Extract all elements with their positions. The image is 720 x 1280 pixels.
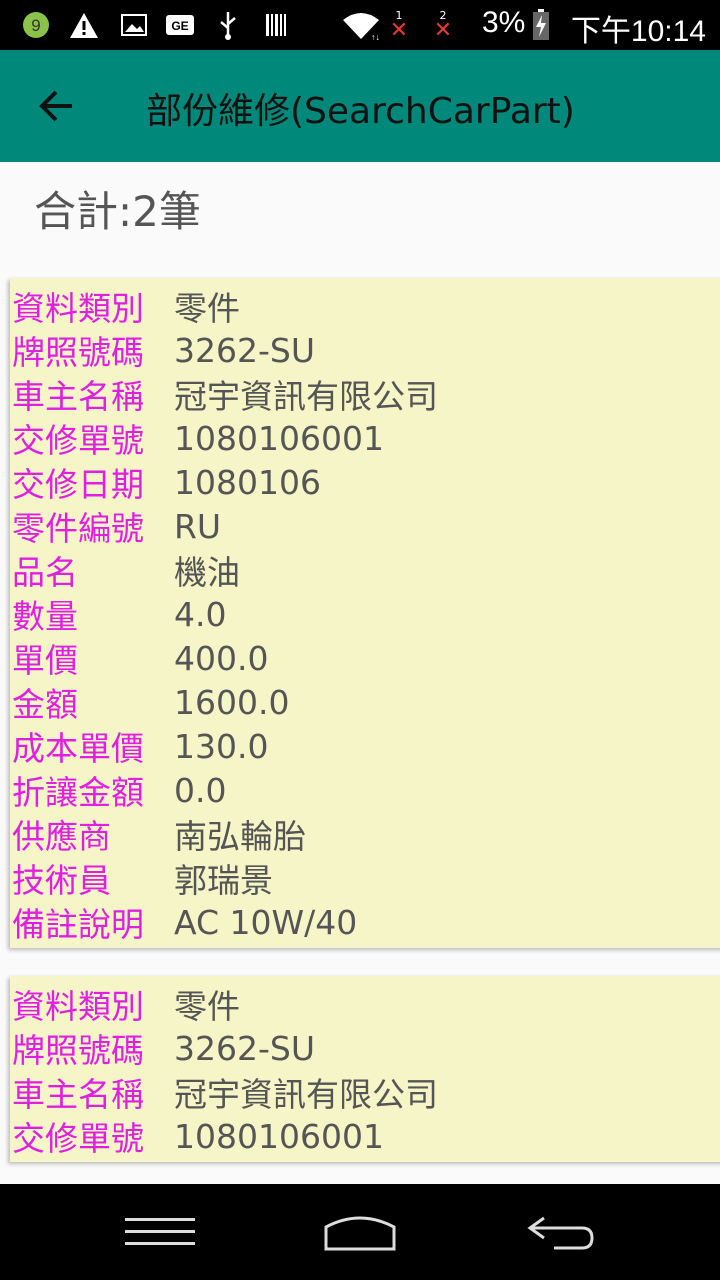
- field-label: 供應商: [12, 817, 111, 856]
- field-value: 郭瑞景: [174, 861, 273, 900]
- status-bar: 9 GE ↑↓ 1 ✕ 2 ✕ 3% 下午10:14: [0, 0, 720, 50]
- field-row: 車主名稱 冠宇資訊有限公司: [12, 372, 720, 416]
- notification-badge-icon: 9: [20, 10, 52, 40]
- field-label: 單價: [12, 641, 78, 680]
- results-list[interactable]: 合計:2筆 資料類別 零件 牌照號碼 3262-SU 車主名稱 冠宇資訊有限公司 交修…: [0, 162, 720, 1184]
- field-value: 1080106001: [174, 418, 384, 458]
- app-bar: 部份維修(SearchCarPart): [0, 50, 720, 162]
- home-icon: [324, 1216, 396, 1251]
- field-value: 1600.0: [174, 682, 290, 722]
- field-row: 交修日期 1080106: [12, 460, 720, 505]
- field-label: 車主名稱: [12, 1075, 144, 1114]
- field-row: 備註說明 AC 10W/40: [12, 900, 720, 945]
- field-label: 品名: [12, 553, 78, 592]
- field-value: 400.0: [174, 638, 269, 678]
- warning-icon: [68, 10, 100, 40]
- field-label: 技術員: [12, 861, 111, 900]
- field-label: 牌照號碼: [12, 333, 144, 372]
- field-row: 金額 1600.0: [12, 680, 720, 725]
- field-label: 車主名稱: [12, 377, 144, 416]
- field-label: 零件編號: [12, 509, 144, 548]
- barcode-icon: [262, 10, 290, 40]
- field-row: 資料類別 零件: [12, 284, 720, 328]
- sim2-no-signal-icon: 2 ✕: [433, 8, 453, 43]
- field-row: 交修單號 1080106001: [12, 416, 720, 461]
- field-row: 零件編號 RU: [12, 504, 720, 549]
- field-label: 數量: [12, 597, 78, 636]
- field-label: 牌照號碼: [12, 1031, 144, 1070]
- field-row: 牌照號碼 3262-SU: [12, 328, 720, 373]
- field-row: 品名 機油: [12, 548, 720, 592]
- field-row: 車主名稱 冠宇資訊有限公司: [12, 1070, 720, 1114]
- battery-percent: 3%: [482, 6, 526, 39]
- field-value: 1080106001: [174, 1116, 384, 1156]
- field-value: 3262-SU: [174, 1028, 315, 1068]
- field-row: 牌照號碼 3262-SU: [12, 1026, 720, 1071]
- field-label: 交修單號: [12, 1119, 144, 1158]
- sim1-no-signal-icon: 1 ✕: [389, 8, 409, 43]
- field-label: 資料類別: [12, 289, 144, 328]
- clock: 下午10:14: [570, 15, 706, 48]
- field-row: 單價 400.0: [12, 636, 720, 681]
- field-row: 交修單號 1080106001: [12, 1114, 720, 1159]
- menu-button[interactable]: [110, 1202, 210, 1262]
- field-value: 零件: [174, 289, 240, 328]
- svg-text:↑↓: ↑↓: [371, 32, 380, 40]
- field-row: 資料類別 零件: [12, 982, 720, 1026]
- usb-icon: [214, 10, 242, 40]
- field-label: 金額: [12, 685, 78, 724]
- battery-charging-icon: [530, 9, 552, 40]
- field-value: 冠宇資訊有限公司: [174, 1075, 438, 1114]
- record-card[interactable]: 資料類別 零件 牌照號碼 3262-SU 車主名稱 冠宇資訊有限公司 交修單號 1080…: [10, 278, 720, 948]
- navigation-bar: [0, 1184, 720, 1280]
- field-value: AC 10W/40: [174, 902, 358, 942]
- back-button[interactable]: [26, 76, 86, 136]
- field-value: 0.0: [174, 770, 227, 810]
- total-count: 合計:2筆: [34, 187, 201, 236]
- field-value: 南弘輪胎: [174, 817, 306, 856]
- svg-text:9: 9: [31, 16, 40, 35]
- record-card[interactable]: 資料類別 零件 牌照號碼 3262-SU 車主名稱 冠宇資訊有限公司 交修單號 1080…: [10, 976, 720, 1162]
- field-value: 機油: [174, 553, 240, 592]
- ge-icon: GE: [164, 10, 196, 40]
- field-value: 零件: [174, 987, 240, 1026]
- home-button[interactable]: [310, 1202, 410, 1262]
- image-icon: [118, 10, 150, 40]
- field-value: RU: [174, 506, 222, 546]
- wifi-icon: ↑↓: [340, 10, 382, 40]
- field-label: 交修單號: [12, 421, 144, 460]
- field-row: 供應商 南弘輪胎: [12, 812, 720, 856]
- arrow-back-icon: [39, 90, 72, 122]
- field-label: 成本單價: [12, 729, 144, 768]
- field-label: 資料類別: [12, 987, 144, 1026]
- field-row: 技術員 郭瑞景: [12, 856, 720, 900]
- field-value: 130.0: [174, 726, 269, 766]
- field-value: 1080106: [174, 462, 321, 502]
- field-row: 成本單價 130.0: [12, 724, 720, 769]
- field-label: 交修日期: [12, 465, 144, 504]
- svg-text:GE: GE: [171, 19, 188, 33]
- back-nav-icon: [527, 1216, 594, 1250]
- page-title: 部份維修(SearchCarPart): [146, 91, 575, 132]
- field-value: 冠宇資訊有限公司: [174, 377, 438, 416]
- field-row: 折讓金額 0.0: [12, 768, 720, 813]
- back-nav-button[interactable]: [510, 1202, 610, 1262]
- menu-icon: [125, 1218, 195, 1245]
- field-label: 備註說明: [12, 905, 144, 944]
- field-row: 數量 4.0: [12, 592, 720, 637]
- field-value: 3262-SU: [174, 330, 315, 370]
- field-value: 4.0: [174, 594, 227, 634]
- field-label: 折讓金額: [12, 773, 144, 812]
